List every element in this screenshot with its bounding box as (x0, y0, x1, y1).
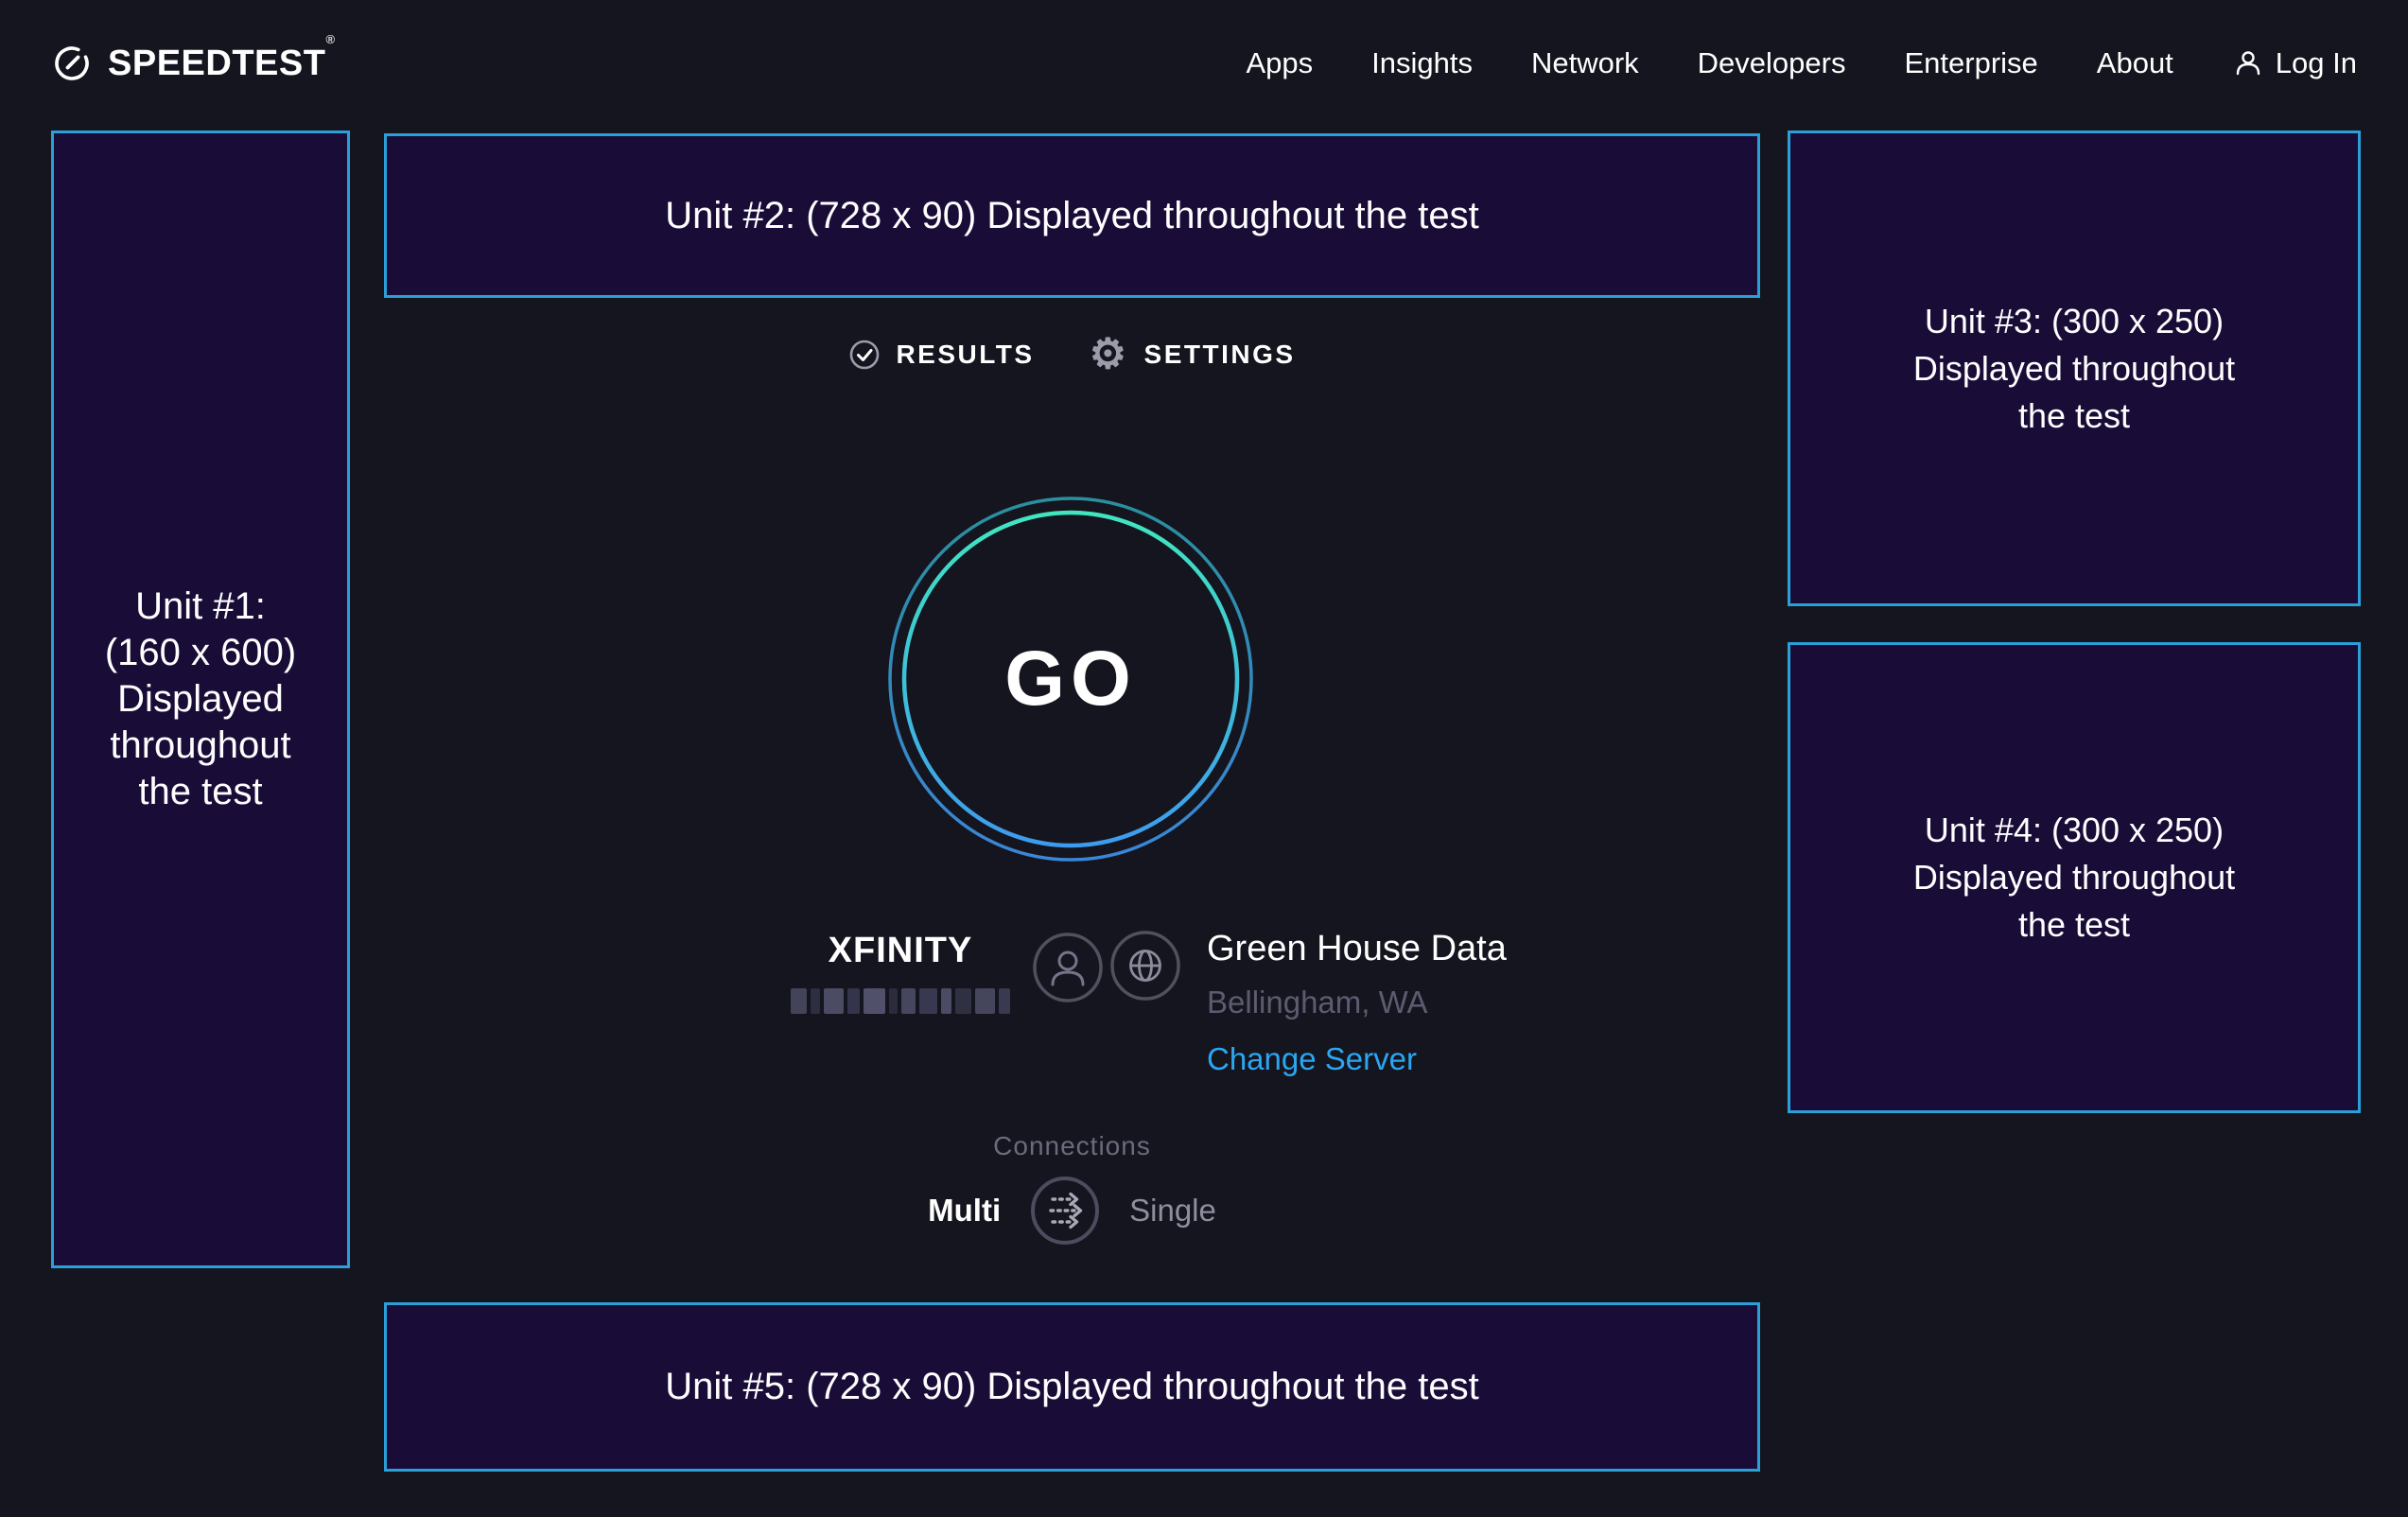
connections-single-option[interactable]: Single (1129, 1193, 1216, 1229)
speedtest-gauge-icon (51, 43, 93, 84)
top-nav-bar: SPEEDTEST® Apps Insights Network Develop… (0, 0, 2408, 127)
connections-toggle: Multi Single (384, 1175, 1760, 1247)
connections-label: Connections (384, 1131, 1760, 1161)
server-info: Green House Data Bellingham, WA Change S… (1108, 929, 1507, 1077)
check-circle-icon (848, 339, 881, 371)
tab-results-label: RESULTS (896, 340, 1034, 370)
tab-settings[interactable]: ⚙ SETTINGS (1090, 339, 1296, 371)
view-tabs: RESULTS ⚙ SETTINGS (384, 339, 1760, 371)
ad-unit-2-leaderboard[interactable]: Unit #2: (728 x 90) Displayed throughout… (384, 133, 1760, 298)
isp-name: XFINITY (829, 931, 973, 971)
tab-settings-label: SETTINGS (1144, 340, 1296, 370)
speedtest-logo[interactable]: SPEEDTEST® (51, 43, 336, 84)
nav-item-network[interactable]: Network (1531, 46, 1639, 80)
ad-unit-3-rectangle[interactable]: Unit #3: (300 x 250) Displayed throughou… (1788, 131, 2361, 606)
gear-icon: ⚙ (1090, 339, 1129, 371)
ad-unit-4-rectangle[interactable]: Unit #4: (300 x 250) Displayed throughou… (1788, 642, 2361, 1113)
nav-item-developers[interactable]: Developers (1698, 46, 1846, 80)
isp-ip-redacted (791, 988, 1010, 1014)
nav-item-enterprise[interactable]: Enterprise (1904, 46, 2037, 80)
tab-results[interactable]: RESULTS (848, 339, 1034, 371)
isp-avatar-icon (1031, 931, 1105, 1014)
nav-item-insights[interactable]: Insights (1371, 46, 1473, 80)
login-label: Log In (2276, 46, 2357, 80)
server-location: Bellingham, WA (1207, 985, 1428, 1020)
server-name: Green House Data (1207, 929, 1507, 969)
go-button[interactable]: GO (884, 493, 1257, 865)
connections-multi-option[interactable]: Multi (928, 1193, 1001, 1229)
main-nav: Apps Insights Network Developers Enterpr… (1246, 46, 2357, 80)
change-server-link[interactable]: Change Server (1207, 1041, 1417, 1077)
user-icon (2232, 47, 2264, 79)
logo-wordmark: SPEEDTEST® (108, 44, 336, 84)
multi-connection-icon[interactable] (1029, 1175, 1101, 1247)
nav-item-about[interactable]: About (2097, 46, 2173, 80)
ad-unit-5-leaderboard[interactable]: Unit #5: (728 x 90) Displayed throughout… (384, 1302, 1760, 1472)
go-button-label: GO (884, 493, 1257, 865)
login-button[interactable]: Log In (2232, 46, 2357, 80)
ad-unit-1-skyscraper[interactable]: Unit #1: (160 x 600) Displayed throughou… (51, 131, 350, 1268)
speedtest-page: SPEEDTEST® Apps Insights Network Develop… (0, 0, 2408, 1517)
globe-icon (1108, 929, 1182, 1077)
trademark-symbol: ® (325, 32, 335, 46)
isp-info: XFINITY (791, 931, 1105, 1014)
nav-item-apps[interactable]: Apps (1246, 46, 1313, 80)
